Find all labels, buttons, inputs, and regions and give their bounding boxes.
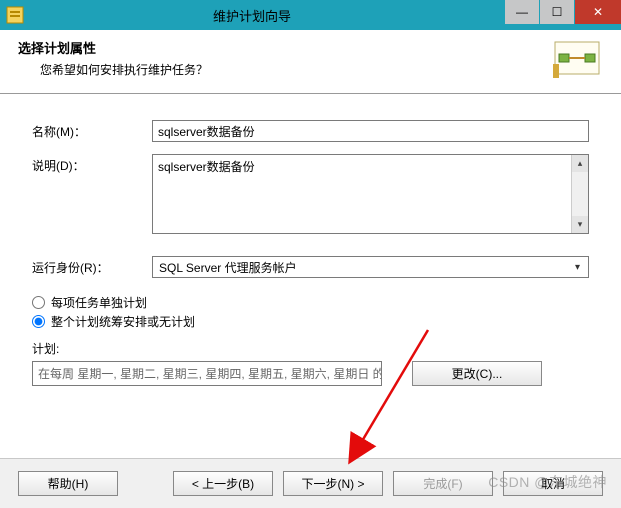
help-button[interactable]: 帮助(H) bbox=[18, 471, 118, 496]
schedule-label: 计划: bbox=[32, 340, 589, 357]
name-input[interactable] bbox=[152, 120, 589, 142]
minimize-button[interactable]: — bbox=[505, 0, 539, 24]
description-row: 说明(D)： ▴ ▾ bbox=[32, 154, 589, 234]
name-label: 名称(M)： bbox=[32, 120, 152, 140]
runas-label: 运行身份(R)： bbox=[32, 256, 152, 276]
wizard-header-icon bbox=[553, 36, 603, 80]
name-row: 名称(M)： bbox=[32, 120, 589, 142]
runas-selected-value: SQL Server 代理服务帐户 bbox=[159, 259, 569, 276]
runas-row: 运行身份(R)： SQL Server 代理服务帐户 ▾ bbox=[32, 256, 589, 278]
schedule-mode-group: 每项任务单独计划 整个计划统筹安排或无计划 bbox=[32, 294, 589, 330]
app-icon bbox=[0, 0, 30, 30]
radio-single-plan[interactable]: 整个计划统筹安排或无计划 bbox=[32, 313, 589, 330]
description-textarea[interactable] bbox=[153, 155, 571, 233]
wizard-header-subtitle: 您希望如何安排执行维护任务？ bbox=[40, 61, 603, 78]
wizard-header: 选择计划属性 您希望如何安排执行维护任务？ bbox=[0, 30, 621, 94]
schedule-block: 计划: 在每周 星期一, 星期二, 星期三, 星期四, 星期五, 星期六, 星期… bbox=[32, 340, 589, 386]
radio-per-task-label: 每项任务单独计划 bbox=[51, 294, 147, 311]
close-button[interactable]: ✕ bbox=[575, 0, 621, 24]
change-schedule-button[interactable]: 更改(C)... bbox=[412, 361, 542, 386]
wizard-footer: 帮助(H) < 上一步(B) 下一步(N) > 完成(F) 取消 bbox=[0, 458, 621, 508]
wizard-header-title: 选择计划属性 bbox=[18, 38, 603, 57]
scroll-up-icon[interactable]: ▴ bbox=[572, 155, 588, 172]
radio-single-plan-input[interactable] bbox=[32, 315, 45, 328]
maximize-button[interactable]: ☐ bbox=[540, 0, 574, 24]
description-scrollbar[interactable]: ▴ ▾ bbox=[571, 155, 588, 233]
window-controls: — ☐ ✕ bbox=[504, 0, 621, 30]
window-title: 维护计划向导 bbox=[30, 6, 504, 25]
schedule-text: 在每周 星期一, 星期二, 星期三, 星期四, 星期五, 星期六, 星期日 的 … bbox=[32, 361, 382, 386]
cancel-button[interactable]: 取消 bbox=[503, 471, 603, 496]
finish-button: 完成(F) bbox=[393, 471, 493, 496]
title-bar: 维护计划向导 — ☐ ✕ bbox=[0, 0, 621, 30]
wizard-body: 名称(M)： 说明(D)： ▴ ▾ 运行身份(R)： SQL Server 代理… bbox=[0, 94, 621, 386]
scroll-down-icon[interactable]: ▾ bbox=[572, 216, 588, 233]
chevron-down-icon: ▾ bbox=[569, 258, 586, 276]
next-button[interactable]: 下一步(N) > bbox=[283, 471, 383, 496]
schedule-row: 在每周 星期一, 星期二, 星期三, 星期四, 星期五, 星期六, 星期日 的 … bbox=[32, 361, 589, 386]
radio-per-task-input[interactable] bbox=[32, 296, 45, 309]
radio-single-plan-label: 整个计划统筹安排或无计划 bbox=[51, 313, 195, 330]
runas-select[interactable]: SQL Server 代理服务帐户 ▾ bbox=[152, 256, 589, 278]
radio-per-task[interactable]: 每项任务单独计划 bbox=[32, 294, 589, 311]
back-button[interactable]: < 上一步(B) bbox=[173, 471, 273, 496]
description-label: 说明(D)： bbox=[32, 154, 152, 174]
description-box: ▴ ▾ bbox=[152, 154, 589, 234]
